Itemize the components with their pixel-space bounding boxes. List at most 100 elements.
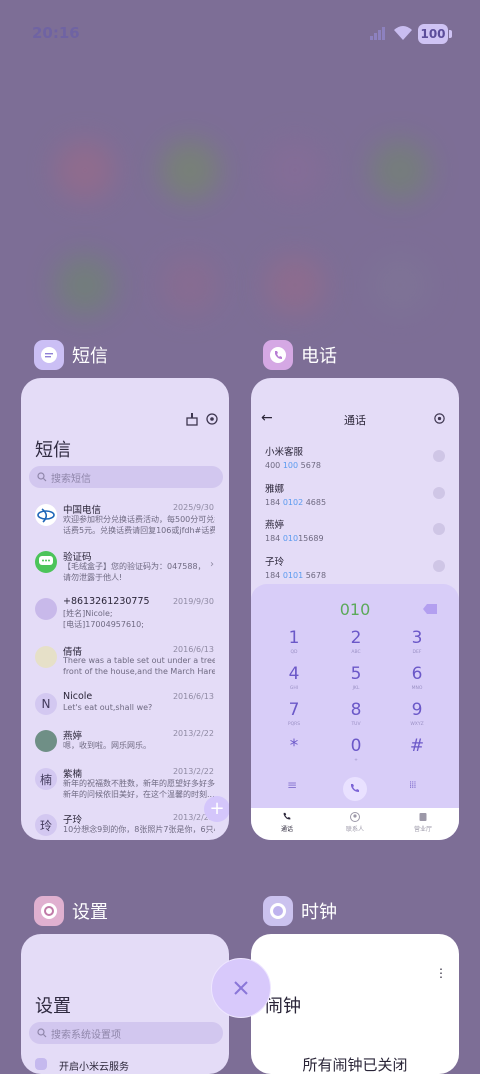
avatar: N bbox=[35, 693, 57, 715]
contact-name: 雅娜 bbox=[265, 484, 285, 495]
contact-name: 燕婷 bbox=[265, 520, 285, 531]
message-preview-line: [姓名]Nicole; bbox=[63, 609, 113, 618]
dial-key[interactable]: 9 WXYZ bbox=[397, 700, 437, 728]
contact-number: 184 01015689 bbox=[265, 534, 324, 543]
dial-key[interactable]: 4 GHI bbox=[274, 664, 314, 692]
contact-number: 400 100 5678 bbox=[265, 461, 321, 470]
message-preview-line: There was a table set out under a tree i… bbox=[63, 656, 215, 665]
list-item[interactable]: 楠 紫楠 2013/2/22 新年的祝福数不胜数，新年的愿望好多好多， 新年的问… bbox=[21, 766, 229, 806]
sender-name: +8613261230775 bbox=[63, 596, 150, 607]
app-header-clock[interactable]: 时钟 bbox=[263, 896, 337, 926]
detail-icon[interactable] bbox=[433, 523, 445, 535]
app-header-settings[interactable]: 设置 bbox=[34, 896, 108, 926]
avatar bbox=[35, 646, 57, 668]
app-name-settings: 设置 bbox=[72, 902, 108, 923]
contact-row[interactable]: 雅娜 184 0102 4685 bbox=[265, 481, 445, 511]
phone-tab-bar: 通话 联系人 营业厅 bbox=[251, 808, 459, 840]
dial-key[interactable]: 5 JKL bbox=[336, 664, 376, 692]
message-preview-line: 【毛绒盒子】您的验证码为：047588， bbox=[63, 562, 206, 571]
tab-service-hall[interactable]: 营业厅 bbox=[393, 812, 453, 833]
clock-card[interactable]: ⋮ 闹钟 所有闹钟已关闭 bbox=[251, 934, 459, 1074]
settings-title: 设置 bbox=[35, 996, 71, 1017]
dial-key[interactable]: 6 MNO bbox=[397, 664, 437, 692]
avatar: 楠 bbox=[35, 768, 57, 790]
dial-key[interactable]: 3 DEF bbox=[397, 628, 437, 656]
contact-row[interactable]: 子玲 184 0101 5678 bbox=[265, 554, 445, 584]
dial-key[interactable]: * bbox=[274, 736, 314, 764]
tab-calls[interactable]: 通话 bbox=[257, 812, 317, 833]
clean-icon[interactable] bbox=[185, 412, 199, 426]
tab-contacts[interactable]: 联系人 bbox=[325, 812, 385, 833]
menu-icon[interactable]: ≡ bbox=[287, 778, 297, 792]
settings-search-field[interactable]: 搜索系统设置项 bbox=[29, 1022, 223, 1044]
list-item[interactable]: N Nicole 2016/6/13 Let's eat out,shall w… bbox=[21, 691, 229, 731]
clock-time: 20:16 bbox=[32, 24, 80, 42]
list-item[interactable]: 中国电信 2025/9/30 欢迎参加积分兑换话费活动，每500分可兑换 话费5… bbox=[21, 502, 229, 542]
message-date: 2016/6/13 bbox=[172, 645, 214, 654]
app-header-sms[interactable]: 短信 bbox=[34, 340, 108, 370]
app-name-phone: 电话 bbox=[301, 346, 337, 367]
list-item[interactable]: +8613261230775 2019/9/30 [姓名]Nicole; [电话… bbox=[21, 596, 229, 636]
detail-icon[interactable] bbox=[433, 560, 445, 572]
sms-search-field[interactable]: 搜索短信 bbox=[29, 466, 223, 488]
contacts-icon bbox=[350, 812, 360, 822]
dial-key[interactable]: 7 PQRS bbox=[274, 700, 314, 728]
wallpaper-blob bbox=[265, 140, 325, 200]
phone-app-icon bbox=[263, 340, 293, 370]
telecom-avatar bbox=[35, 504, 57, 526]
list-item[interactable]: 验证码 【毛绒盒子】您的验证码为：047588， 请勿泄露于他人! › bbox=[21, 549, 229, 589]
list-item[interactable]: 玲 子玲 2013/2/22 10分想念9到的你，8张照片7张是你，6只小 bbox=[21, 812, 229, 840]
message-date: 2019/9/30 bbox=[172, 597, 214, 606]
store-icon bbox=[419, 813, 427, 821]
clock-title: 闹钟 bbox=[265, 996, 301, 1017]
dial-key[interactable]: 1 QD bbox=[274, 628, 314, 656]
list-item[interactable]: 燕婷 2013/2/22 嗯，收到啦。网乐网乐。 bbox=[21, 728, 229, 768]
phone-title: 通话 bbox=[344, 414, 366, 427]
app-name-sms: 短信 bbox=[72, 346, 108, 367]
contact-number: 184 0102 4685 bbox=[265, 498, 327, 507]
contact-row[interactable]: 燕婷 184 01015689 bbox=[265, 517, 445, 547]
contact-name: 小米客服 bbox=[265, 447, 304, 458]
call-button[interactable] bbox=[343, 777, 367, 801]
message-preview-line: [电话]17004957610; bbox=[63, 620, 144, 629]
wallpaper-blob bbox=[55, 255, 115, 315]
dial-key[interactable]: 8 TUV bbox=[336, 700, 376, 728]
settings-card[interactable]: 设置 搜索系统设置项 开启小米云服务 bbox=[21, 934, 229, 1074]
contact-number: 184 0101 5678 bbox=[265, 571, 327, 580]
sms-search-placeholder: 搜索短信 bbox=[51, 473, 91, 485]
detail-icon[interactable] bbox=[433, 487, 445, 499]
clear-all-button[interactable] bbox=[211, 958, 271, 1018]
backspace-icon[interactable] bbox=[423, 604, 437, 614]
sender-name: Nicole bbox=[63, 691, 93, 702]
message-preview-line: 话费5元。兑换话费请回复106或jfdh#话费... bbox=[63, 526, 215, 535]
app-name-clock: 时钟 bbox=[301, 902, 337, 923]
gear-icon[interactable] bbox=[433, 412, 446, 425]
app-header-phone[interactable]: 电话 bbox=[263, 340, 337, 370]
detail-icon[interactable] bbox=[433, 450, 445, 462]
wallpaper-blob bbox=[160, 255, 220, 315]
dialpad: 010 1 QD 2 ABC 3 DEF 4 GHI 5 JKL 6 MNO 7 PQRS 8… bbox=[251, 584, 459, 840]
phone-card[interactable]: ← 通话 小米客服 400 100 5678 雅娜 184 0102 4685 … bbox=[251, 378, 459, 840]
settings-item-label[interactable]: 开启小米云服务 bbox=[59, 1058, 129, 1073]
more-icon[interactable]: ⋮ bbox=[435, 966, 447, 980]
dialpad-grid-icon[interactable]: ⁞⁞⁞ bbox=[409, 780, 416, 791]
dial-key[interactable]: 2 ABC bbox=[336, 628, 376, 656]
close-icon bbox=[234, 981, 248, 995]
sms-card[interactable]: 短信 搜索短信 中国电信 2025/9/30 欢迎参加积分兑换话费活动，每500… bbox=[21, 378, 229, 840]
settings-search-placeholder: 搜索系统设置项 bbox=[51, 1029, 121, 1041]
wifi-icon bbox=[394, 26, 412, 40]
tab-label: 通话 bbox=[280, 826, 293, 833]
message-preview-line: 欢迎参加积分兑换话费活动，每500分可兑换 bbox=[63, 515, 215, 524]
settings-app-icon bbox=[34, 896, 64, 926]
compose-button[interactable]: + bbox=[204, 796, 229, 822]
dial-key[interactable]: # bbox=[397, 736, 437, 764]
dial-key[interactable]: 0 + bbox=[336, 736, 376, 764]
tab-label: 营业厅 bbox=[413, 826, 432, 833]
list-item[interactable]: 倩倩 2016/6/13 There was a table set out u… bbox=[21, 644, 229, 684]
gear-icon[interactable] bbox=[205, 412, 219, 426]
alarm-empty-text: 所有闹钟已关闭 bbox=[302, 1056, 408, 1074]
sms-app-icon bbox=[34, 340, 64, 370]
message-date: 2013/2/22 bbox=[172, 767, 214, 776]
contact-row[interactable]: 小米客服 400 100 5678 bbox=[265, 444, 445, 474]
avatar bbox=[35, 598, 57, 620]
